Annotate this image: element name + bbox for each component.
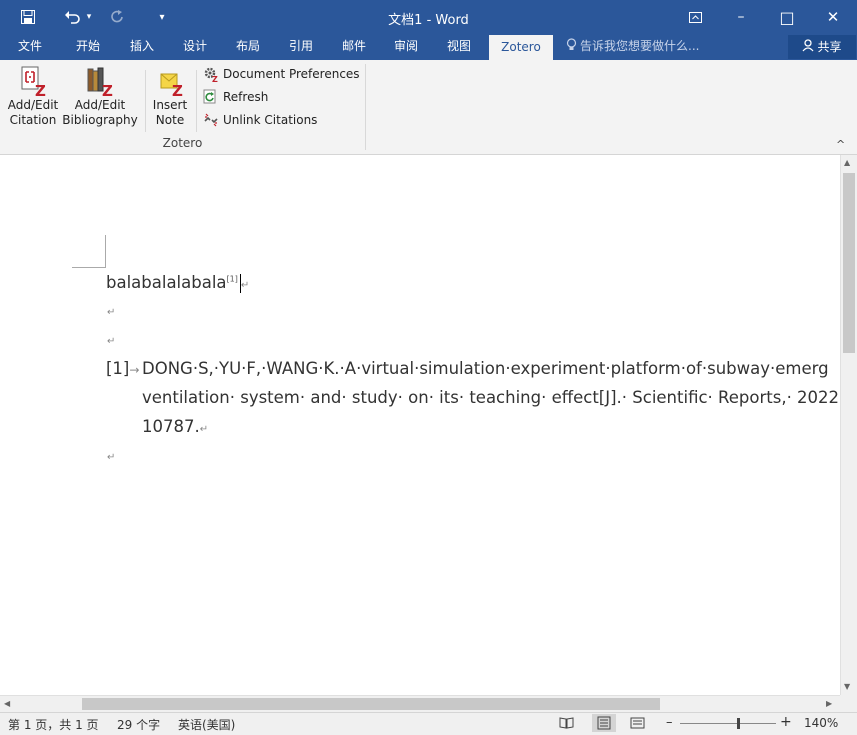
- refresh-label: Refresh: [223, 90, 269, 104]
- collapse-ribbon-button[interactable]: ^: [836, 138, 845, 151]
- unlink-citations-button[interactable]: Unlink Citations: [203, 110, 317, 130]
- zoom-slider[interactable]: [680, 723, 776, 724]
- tab-file[interactable]: 文件: [8, 34, 52, 60]
- svg-text:Z: Z: [35, 82, 46, 98]
- margin-mark: [105, 235, 106, 268]
- zoom-level[interactable]: 140%: [804, 716, 838, 730]
- share-label: 共享: [817, 40, 842, 54]
- word-count[interactable]: 29 个字: [117, 716, 160, 733]
- scroll-left-icon[interactable]: ◀: [4, 699, 10, 708]
- ribbon-group-label: Zotero: [162, 136, 203, 150]
- citation-field[interactable]: [1]: [227, 275, 238, 284]
- tab-design[interactable]: 设计: [173, 34, 217, 60]
- paragraph-mark: ↵: [107, 307, 116, 318]
- paragraph-mark: ↵: [107, 336, 116, 347]
- refresh-icon: [203, 89, 219, 105]
- vertical-scroll-thumb[interactable]: [843, 173, 855, 353]
- add-edit-citation-button[interactable]: Z Add/Edit Citation: [4, 66, 62, 128]
- print-layout-icon[interactable]: [592, 714, 616, 732]
- horizontal-scroll-thumb[interactable]: [82, 698, 660, 710]
- tell-me-text: 告诉我您想要做什么...: [580, 39, 700, 53]
- ribbon-separator: [145, 70, 146, 132]
- ref-line-text: 10787.: [142, 417, 200, 436]
- scroll-right-icon[interactable]: ▶: [826, 699, 832, 708]
- svg-text:Z: Z: [102, 82, 113, 98]
- add-edit-bibliography-line1: Add/Edit: [74, 98, 126, 112]
- title-bar: ▾ ▾ 文档1 - Word – □ ✕: [0, 0, 857, 34]
- bibliography-entry[interactable]: [1]→: [106, 359, 139, 378]
- scroll-down-icon[interactable]: ▼: [844, 682, 850, 691]
- document-page[interactable]: balabalalabala[1]↵ ↵ ↵ [1]→ DONG·S,·YU·F…: [0, 155, 840, 695]
- add-edit-bibliography-line2: Bibliography: [62, 113, 138, 127]
- page-count[interactable]: 第 1 页，共 1 页: [8, 716, 99, 733]
- tab-references[interactable]: 引用: [279, 34, 323, 60]
- add-edit-bibliography-button[interactable]: Z Add/Edit Bibliography: [62, 66, 138, 128]
- ref-line: ventilation· system· and· study· on· its…: [142, 388, 840, 407]
- tell-me-search[interactable]: 告诉我您想要做什么...: [566, 34, 699, 60]
- paragraph-mark: ↵: [199, 424, 209, 435]
- ref-number: [1]: [106, 359, 130, 378]
- share-button[interactable]: 共享: [788, 35, 856, 59]
- refresh-button[interactable]: Refresh: [203, 87, 268, 107]
- note-icon: Z: [148, 66, 192, 100]
- ribbon-display-options-icon[interactable]: [672, 0, 718, 34]
- zoom-slider-thumb[interactable]: [736, 718, 740, 729]
- insert-note-button[interactable]: Z Insert Note: [148, 66, 192, 128]
- insert-note-line2: Note: [155, 113, 185, 127]
- insert-note-line1: Insert: [152, 98, 188, 112]
- tab-view[interactable]: 视图: [437, 34, 481, 60]
- status-bar: 第 1 页，共 1 页 29 个字 英语(美国) – + 140%: [0, 712, 857, 735]
- tab-mailings[interactable]: 邮件: [332, 34, 376, 60]
- unlink-citations-label: Unlink Citations: [223, 113, 318, 127]
- horizontal-scrollbar[interactable]: ◀ ▶: [0, 695, 840, 713]
- language-indicator[interactable]: 英语(美国): [178, 716, 235, 733]
- scroll-up-icon[interactable]: ▲: [844, 158, 850, 167]
- ref-line: DONG·S,·YU·F,·WANG·K.·A·virtual·simulati…: [142, 359, 829, 378]
- close-button[interactable]: ✕: [810, 0, 856, 34]
- citation-icon: Z: [4, 66, 62, 100]
- lightbulb-icon: [566, 35, 577, 59]
- margin-mark: [72, 267, 105, 268]
- zoom-out-button[interactable]: –: [666, 715, 673, 730]
- tab-insert[interactable]: 插入: [120, 34, 164, 60]
- tab-layout[interactable]: 布局: [226, 34, 270, 60]
- unlink-icon: [203, 112, 219, 128]
- svg-text:Z: Z: [172, 82, 183, 98]
- tab-zotero[interactable]: Zotero: [489, 34, 553, 61]
- document-preferences-button[interactable]: Z Document Preferences: [203, 64, 360, 84]
- paragraph-mark: ↵: [240, 280, 250, 291]
- ref-line: 10787.↵: [142, 417, 208, 436]
- bibliography-icon: Z: [62, 66, 138, 100]
- svg-text:Z: Z: [212, 75, 218, 82]
- scrollbar-corner: [840, 695, 857, 712]
- vertical-scrollbar[interactable]: ▲ ▼: [840, 155, 857, 695]
- restore-button[interactable]: □: [764, 0, 810, 34]
- document-preferences-label: Document Preferences: [223, 67, 360, 81]
- web-layout-icon[interactable]: [630, 717, 645, 732]
- paragraph-line[interactable]: balabalalabala[1]↵: [106, 273, 249, 293]
- zoom-in-button[interactable]: +: [780, 714, 792, 730]
- add-edit-citation-line1: Add/Edit: [7, 98, 59, 112]
- add-edit-citation-line2: Citation: [9, 113, 57, 127]
- body-text: balabalalabala: [106, 273, 227, 292]
- person-icon: [802, 36, 814, 60]
- tab-home[interactable]: 开始: [66, 34, 110, 60]
- ribbon-separator: [365, 64, 366, 150]
- gear-icon: Z: [203, 66, 219, 84]
- read-mode-icon[interactable]: [559, 717, 574, 732]
- tab-review[interactable]: 审阅: [384, 34, 428, 60]
- minimize-button[interactable]: –: [718, 0, 764, 34]
- paragraph-mark: ↵: [107, 452, 116, 463]
- tab-mark: →: [129, 363, 140, 377]
- ribbon-separator: [196, 70, 197, 132]
- ribbon-tabs: 文件 开始 插入 设计 布局 引用 邮件 审阅 视图 Zotero 告诉我您想要…: [0, 34, 857, 61]
- ribbon: Z Add/Edit Citation Z Add/Edit Bibliogra…: [0, 60, 857, 155]
